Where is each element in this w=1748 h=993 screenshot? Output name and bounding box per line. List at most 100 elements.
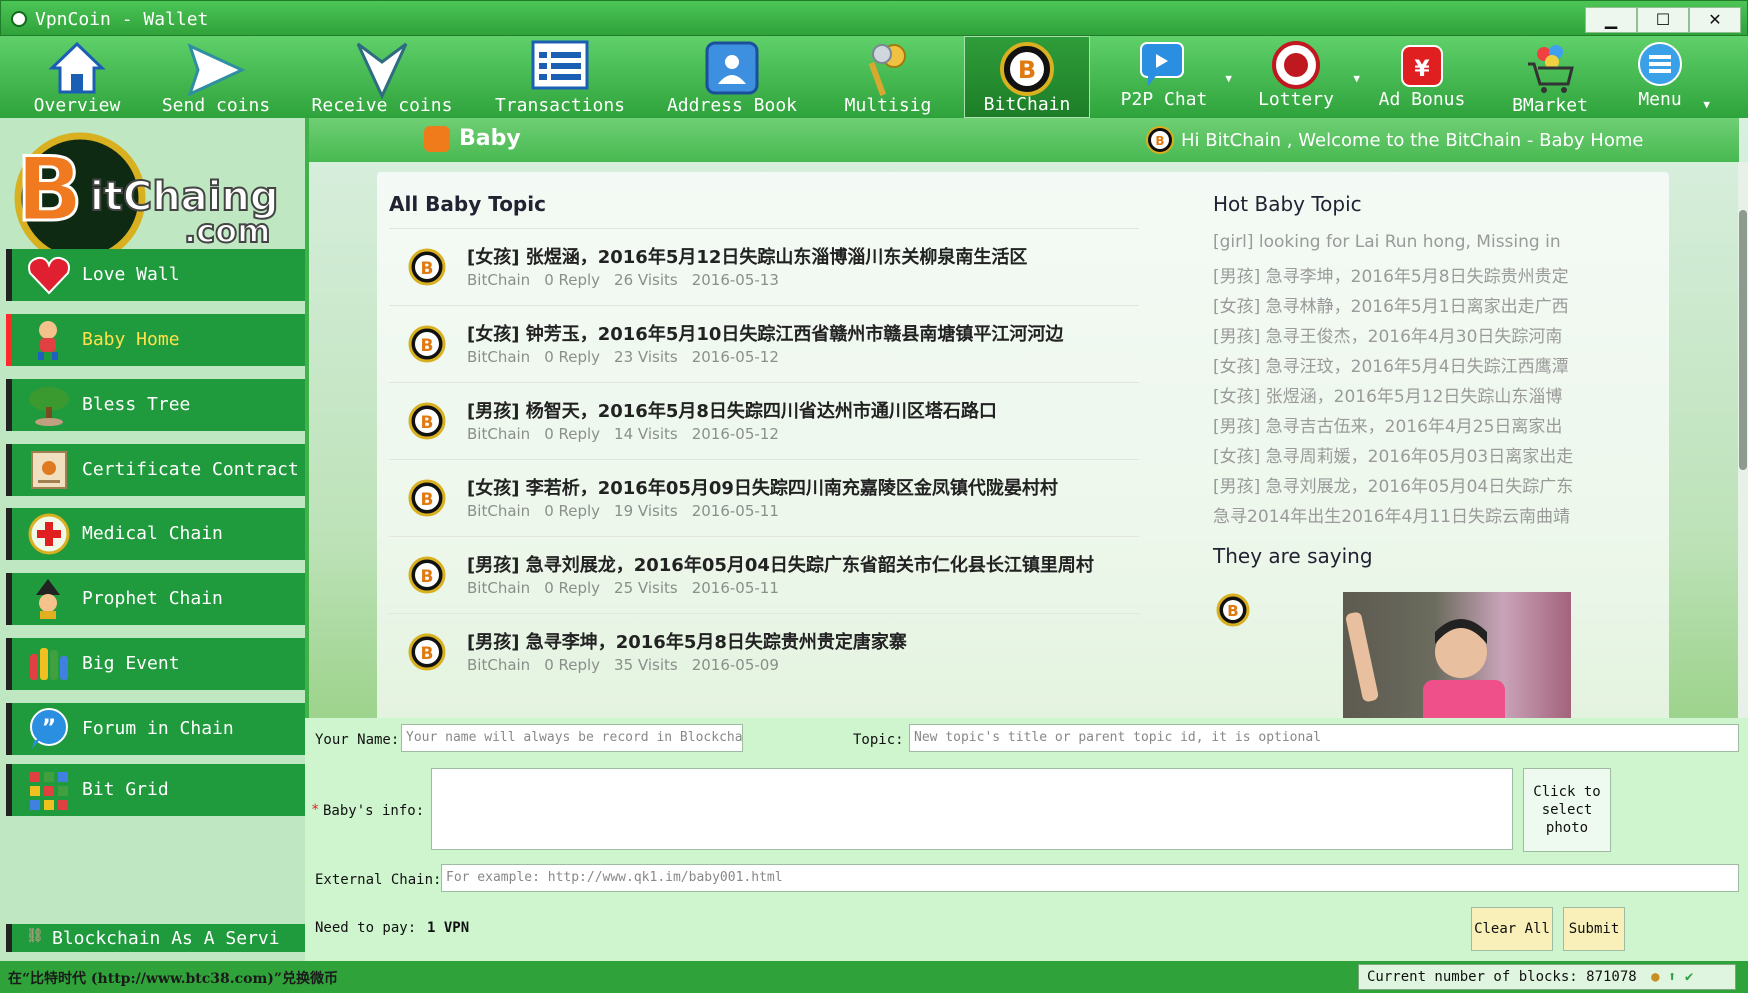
- topic-visits: 35 Visits: [614, 656, 678, 674]
- toolbar-overview[interactable]: Overview: [18, 36, 136, 118]
- chevron-down-icon[interactable]: ▼: [1703, 98, 1710, 111]
- hot-topic-link[interactable]: [女孩] 张煜涵，2016年5月12日失踪山东淄博: [1213, 382, 1633, 412]
- toolbar-ad-bonus[interactable]: ¥ Ad Bonus: [1370, 36, 1474, 118]
- baby-info-textarea[interactable]: [431, 768, 1513, 850]
- topic-date: 2016-05-13: [691, 271, 779, 289]
- topic-title[interactable]: [男孩] 急寻李坤，2016年5月8日失踪贵州贵定唐家寨: [467, 628, 907, 654]
- coins-icon: ●: [1651, 969, 1660, 985]
- toolbar-p2p-chat[interactable]: P2P Chat ▼: [1110, 36, 1232, 118]
- select-photo-button[interactable]: Click to select photo: [1523, 768, 1611, 852]
- exchange-link[interactable]: 在“比特时代 (http://www.btc38.com)”兑换微币: [8, 968, 338, 988]
- baby-tab-title[interactable]: Baby: [459, 126, 521, 151]
- svg-text:.com: .com: [184, 212, 270, 250]
- name-input[interactable]: Your name will always be record in Block…: [401, 724, 743, 752]
- topic-title[interactable]: [女孩] 张煜涵，2016年5月12日失踪山东淄博淄川东关柳泉南生活区: [467, 243, 1027, 269]
- hands-icon: [30, 648, 68, 680]
- hot-topics-title: Hot Baby Topic: [1213, 192, 1362, 216]
- sync-icon: ⬆: [1668, 969, 1677, 985]
- toolbar-bitchain[interactable]: B BitChain: [964, 36, 1090, 118]
- sidebar-item-forum-in-chain[interactable]: ” Forum in Chain: [6, 703, 305, 755]
- bonus-icon: ¥: [1401, 45, 1443, 87]
- sidebar-item-medical-chain[interactable]: Medical Chain: [6, 508, 305, 560]
- topic-title[interactable]: [男孩] 杨智天，2016年5月8日失踪四川省达州市通川区塔石路口: [467, 397, 997, 423]
- minimize-button[interactable]: ▁: [1585, 7, 1637, 33]
- chevron-down-icon[interactable]: ▼: [1225, 72, 1232, 85]
- topic-title[interactable]: [男孩] 急寻刘展龙，2016年05月04日失踪广东省韶关市仁化县长江镇里周村: [467, 551, 1094, 577]
- bitchain-avatar-icon: B: [408, 479, 446, 517]
- sidebar-item-blockchain-as-a-service[interactable]: ⛓ Blockchain As A Service: [6, 924, 305, 952]
- sidebar-item-bless-tree[interactable]: Bless Tree: [6, 379, 305, 431]
- sidebar-item-bit-grid[interactable]: Bit Grid: [6, 764, 305, 816]
- topic-item[interactable]: B [女孩] 张煜涵，2016年5月12日失踪山东淄博淄川东关柳泉南生活区 Bi…: [389, 228, 1139, 304]
- topic-item[interactable]: B [男孩] 杨智天，2016年5月8日失踪四川省达州市通川区塔石路口 BitC…: [389, 382, 1139, 458]
- bitchain-avatar-icon: B: [1216, 593, 1250, 627]
- sidebar-item-love-wall[interactable]: Love Wall: [6, 249, 305, 301]
- bitchain-avatar-icon: B: [408, 556, 446, 594]
- toolbar-menu[interactable]: Menu ▼: [1614, 36, 1710, 118]
- baby-info-label: Baby's info:: [323, 803, 425, 819]
- menu-icon: [1638, 42, 1682, 86]
- topic-input[interactable]: New topic's title or parent topic id, it…: [909, 724, 1739, 752]
- hot-topic-link[interactable]: [女孩] 急寻林静，2016年5月1日离家出走广西: [1213, 292, 1633, 322]
- maximize-button[interactable]: ☐: [1637, 7, 1689, 33]
- clear-all-button[interactable]: Clear All: [1471, 907, 1553, 951]
- sidebar-item-prophet-chain[interactable]: Prophet Chain: [6, 573, 305, 625]
- bitchain-avatar-icon: B: [408, 402, 446, 440]
- list-icon: [531, 40, 589, 90]
- svg-text:B: B: [1227, 602, 1238, 620]
- topic-date: 2016-05-11: [691, 579, 779, 597]
- submit-button[interactable]: Submit: [1563, 907, 1625, 951]
- topic-date: 2016-05-09: [691, 656, 779, 674]
- hot-topic-link[interactable]: [girl] looking for Lai Run hong, Missing…: [1213, 232, 1633, 262]
- topic-visits: 23 Visits: [614, 348, 678, 366]
- close-button[interactable]: ✕: [1689, 7, 1741, 33]
- toolbar-receive-coins[interactable]: Receive coins: [310, 36, 454, 118]
- sidebar-item-baby-home[interactable]: Baby Home: [6, 314, 305, 366]
- hot-topic-link[interactable]: [男孩] 急寻王俊杰，2016年4月30日失踪河南: [1213, 322, 1633, 352]
- hot-topic-link[interactable]: [男孩] 急寻吉古伍来，2016年4月25日离家出: [1213, 412, 1633, 442]
- hot-topics: Hot Baby Topic [girl] looking for Lai Ru…: [1213, 192, 1633, 532]
- content-scrollbar[interactable]: [1738, 162, 1748, 718]
- topic-replies: 0 Reply: [544, 271, 601, 289]
- svg-text:B: B: [1155, 134, 1164, 148]
- topic-item[interactable]: B [女孩] 钟芳玉，2016年5月10日失踪江西省赣州市赣县南塘镇平江河河边 …: [389, 305, 1139, 381]
- topic-item[interactable]: B [女孩] 李若析，2016年05月09日失踪四川南充嘉陵区金凤镇代陇晏村村 …: [389, 459, 1139, 535]
- topics-panel: All Baby Topic B [女孩] 张煜涵，2016年5月12日失踪山东…: [377, 172, 1669, 718]
- svg-text:”: ”: [42, 716, 56, 741]
- svg-text:B: B: [16, 138, 83, 241]
- sidebar-item-big-event[interactable]: Big Event: [6, 638, 305, 690]
- hot-topic-link[interactable]: 急寻2014年出生2016年4月11日失踪云南曲靖: [1213, 502, 1633, 532]
- topic-author: BitChain: [467, 271, 531, 289]
- hot-topic-link[interactable]: [男孩] 急寻刘展龙，2016年05月04日失踪广东: [1213, 472, 1633, 502]
- all-topics-title: All Baby Topic: [389, 192, 546, 216]
- hot-topic-link[interactable]: [女孩] 急寻周莉媛，2016年05月03日离家出走: [1213, 442, 1633, 472]
- toolbar-send-coins[interactable]: Send coins: [158, 36, 274, 118]
- certificate-icon: [31, 451, 67, 489]
- sidebar-item-certificate-contract[interactable]: Certificate Contract: [6, 444, 305, 496]
- main-toolbar: Overview Send coins Receive coins Transa…: [0, 36, 1748, 118]
- saying-photo[interactable]: [1343, 592, 1571, 718]
- topic-item[interactable]: B [男孩] 急寻李坤，2016年5月8日失踪贵州贵定唐家寨 BitChain 0…: [389, 613, 1139, 689]
- toolbar-lottery[interactable]: Lottery ▼: [1246, 36, 1360, 118]
- chevron-down-icon[interactable]: ▼: [1353, 72, 1360, 85]
- cart-icon: [1528, 45, 1574, 93]
- toolbar-multisig[interactable]: Multisig: [836, 36, 940, 118]
- they-are-saying-title: They are saying: [1213, 544, 1373, 568]
- topic-title[interactable]: [女孩] 李若析，2016年05月09日失踪四川南充嘉陵区金凤镇代陇晏村村: [467, 474, 1058, 500]
- topic-visits: 25 Visits: [614, 579, 678, 597]
- hot-topic-link[interactable]: [女孩] 急寻汪玟，2016年5月4日失踪江西鹰潭: [1213, 352, 1633, 382]
- bitchain-avatar-icon: B: [408, 248, 446, 286]
- topic-date: 2016-05-11: [691, 502, 779, 520]
- hot-topic-link[interactable]: [男孩] 急寻李坤，2016年5月8日失踪贵州贵定: [1213, 262, 1633, 292]
- external-chain-input[interactable]: For example: http://www.qk1.im/baby001.h…: [441, 864, 1739, 892]
- pay-value: 1 VPN: [427, 920, 470, 936]
- toolbar-bmarket[interactable]: BMarket: [1500, 36, 1600, 118]
- toolbar-transactions[interactable]: Transactions: [492, 36, 628, 118]
- scrollbar-thumb[interactable]: [1739, 210, 1747, 470]
- topic-item[interactable]: B [男孩] 急寻刘展龙，2016年05月04日失踪广东省韶关市仁化县长江镇里周…: [389, 536, 1139, 612]
- window-title: VpnCoin - Wallet: [35, 9, 209, 30]
- baby-tab-icon: [424, 126, 450, 152]
- send-icon: [187, 43, 246, 96]
- topic-title[interactable]: [女孩] 钟芳玉，2016年5月10日失踪江西省赣州市赣县南塘镇平江河河边: [467, 320, 1063, 346]
- toolbar-address-book[interactable]: Address Book: [660, 36, 804, 118]
